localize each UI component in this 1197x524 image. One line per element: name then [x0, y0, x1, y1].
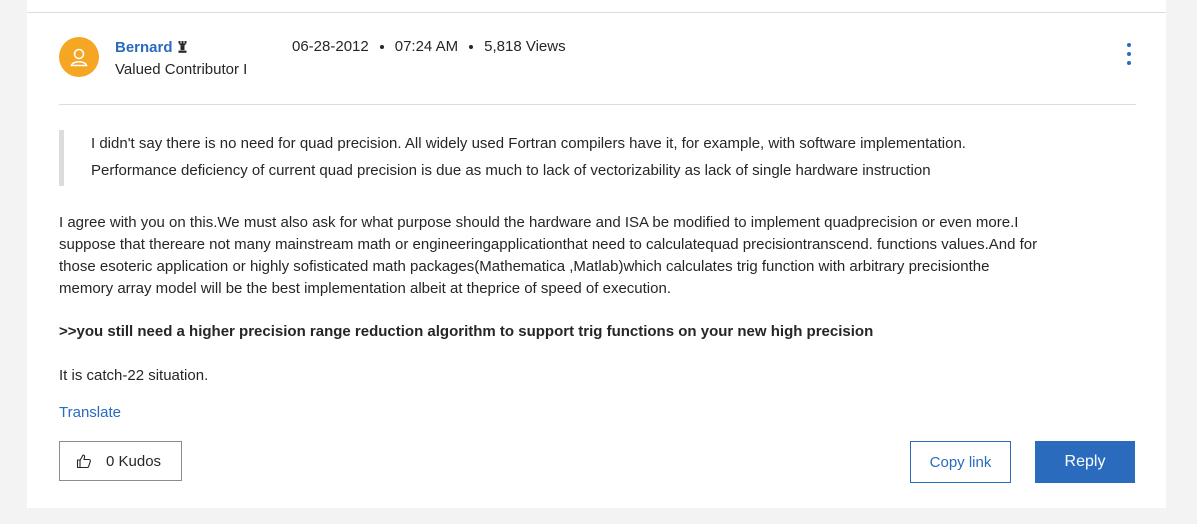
separator-dot — [469, 44, 474, 49]
kebab-menu-icon[interactable] — [1125, 43, 1133, 65]
quote-line: Performance deficiency of current quad p… — [91, 162, 931, 179]
body-line: those esoteric application or highly sof… — [59, 258, 990, 275]
emphasized-quote: >>you still need a higher precision rang… — [59, 323, 874, 340]
rank-tower-icon — [178, 41, 187, 53]
post-meta: 06-28-2012 07:24 AM 5,818 Views — [292, 38, 566, 55]
post-date: 06-28-2012 — [292, 38, 369, 55]
translate-link[interactable]: Translate — [59, 404, 121, 421]
closing-line: It is catch-22 situation. — [59, 367, 209, 384]
copy-link-button[interactable]: Copy link — [910, 441, 1011, 483]
avatar[interactable] — [59, 37, 99, 77]
thumbs-up-icon — [76, 453, 92, 469]
body-line: suppose that thereare not many mainstrea… — [59, 236, 1038, 253]
post-card: Bernard Valued Contributor I 06-28-2012 … — [27, 0, 1166, 508]
body-line: memory array model will be the best impl… — [59, 280, 671, 297]
reply-button[interactable]: Reply — [1035, 441, 1135, 483]
quote-line: I didn't say there is no need for quad p… — [91, 135, 966, 152]
user-icon — [70, 48, 88, 67]
kudos-count: 0 Kudos — [106, 452, 162, 470]
view-count: 5,818 Views — [484, 38, 566, 55]
post-body: I agree with you on this.We must also as… — [59, 212, 1119, 300]
separator-dot — [379, 44, 384, 49]
top-divider — [27, 12, 1166, 13]
kudos-button[interactable]: 0 Kudos — [59, 441, 182, 481]
header-divider — [59, 104, 1136, 105]
author-name[interactable]: Bernard — [115, 39, 173, 56]
body-line: I agree with you on this.We must also as… — [59, 214, 1019, 231]
post-time: 07:24 AM — [394, 38, 459, 55]
author-rank: Valued Contributor I — [115, 61, 248, 78]
quoted-text: I didn't say there is no need for quad p… — [59, 130, 1131, 186]
